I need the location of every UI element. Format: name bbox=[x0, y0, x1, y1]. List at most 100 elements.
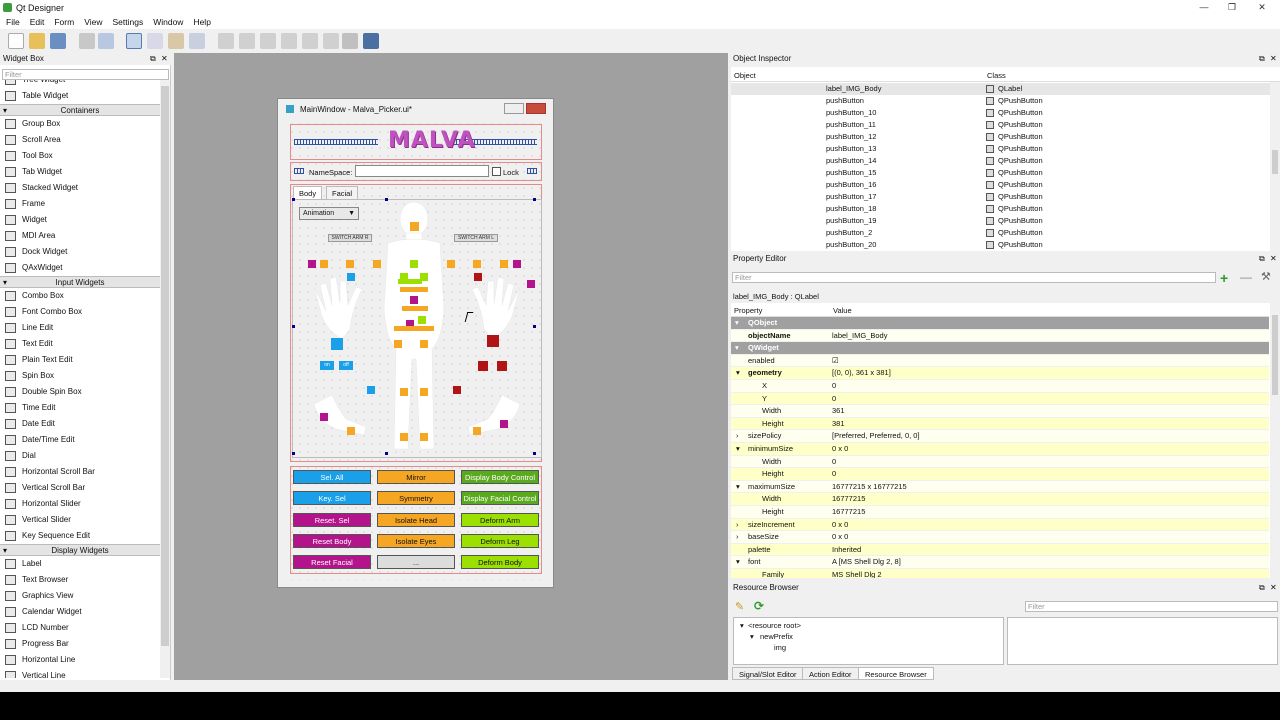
float-icon[interactable]: ⧉ bbox=[1259, 53, 1267, 63]
property-row[interactable]: ▾ geometry [(0, 0), 361 x 381] bbox=[731, 367, 1269, 380]
property-value[interactable]: [Preferred, Preferred, 0, 0] bbox=[832, 430, 920, 443]
body-picker-control[interactable] bbox=[420, 433, 428, 441]
object-row[interactable]: pushButton_13 QPushButton bbox=[731, 143, 1271, 155]
property-value[interactable]: [(0, 0), 361 x 381] bbox=[832, 367, 891, 380]
open-folder-icon[interactable] bbox=[29, 33, 45, 49]
object-row[interactable]: pushButton_18 QPushButton bbox=[731, 203, 1271, 215]
property-value[interactable]: 16777215 x 16777215 bbox=[832, 481, 907, 494]
widget-item[interactable]: Time Edit bbox=[0, 400, 160, 416]
property-value[interactable]: label_IMG_Body bbox=[832, 330, 887, 343]
grid-button[interactable]: Key. Sel bbox=[293, 491, 371, 506]
widget-item[interactable]: Date Edit bbox=[0, 416, 160, 432]
grid-button[interactable]: Reset Facial bbox=[293, 555, 371, 570]
body-picker-control[interactable] bbox=[500, 260, 508, 268]
property-value[interactable]: 0 bbox=[832, 393, 836, 406]
property-row[interactable]: › sizeIncrement 0 x 0 bbox=[731, 518, 1269, 532]
property-value[interactable]: MS Shell Dlg 2 bbox=[832, 569, 882, 578]
body-picker-control[interactable] bbox=[473, 260, 481, 268]
property-row[interactable]: Family MS Shell Dlg 2 bbox=[731, 569, 1269, 578]
menu-item[interactable]: Edit bbox=[24, 15, 49, 27]
object-row[interactable]: pushButton_14 QPushButton bbox=[731, 155, 1271, 167]
grid-button[interactable]: ... bbox=[377, 555, 455, 570]
body-picker-control[interactable] bbox=[420, 340, 428, 348]
tab-signal-slot-editor[interactable]: Signal/Slot Editor bbox=[732, 667, 804, 680]
spine-picker-control[interactable] bbox=[402, 306, 428, 311]
layout-form-icon[interactable] bbox=[323, 33, 339, 49]
edit-signals-icon[interactable] bbox=[147, 33, 163, 49]
menu-item[interactable]: Window bbox=[147, 15, 187, 27]
float-icon[interactable]: ⧉ bbox=[150, 53, 158, 63]
property-row[interactable]: ▾ font A [MS Shell Dlg 2, 8] bbox=[731, 556, 1269, 569]
widget-item[interactable]: Stacked Widget bbox=[0, 180, 160, 196]
layout-horizontal-icon[interactable] bbox=[218, 33, 234, 49]
menu-item[interactable]: Help bbox=[187, 15, 214, 27]
body-picker-control[interactable] bbox=[453, 386, 461, 394]
property-row[interactable]: Height 16777215 bbox=[731, 506, 1269, 519]
widget-item[interactable]: Graphics View bbox=[0, 588, 160, 604]
widget-category[interactable]: ▾ Input Widgets bbox=[0, 276, 160, 288]
property-value[interactable]: Inherited bbox=[832, 544, 861, 557]
resize-handle[interactable] bbox=[385, 452, 388, 455]
body-picker-control[interactable] bbox=[346, 260, 354, 268]
form-close-button[interactable] bbox=[526, 103, 546, 114]
object-row[interactable]: pushButton QPushButton bbox=[731, 95, 1271, 107]
widget-item[interactable]: Horizontal Slider bbox=[0, 496, 160, 512]
grid-button[interactable]: Deform Arm bbox=[461, 512, 539, 527]
property-row[interactable]: X 0 bbox=[731, 380, 1269, 393]
reload-icon[interactable]: ⟳ bbox=[754, 599, 764, 613]
widget-item[interactable]: Tab Widget bbox=[0, 164, 160, 180]
grid-button[interactable]: Deform Leg bbox=[461, 533, 539, 548]
body-picker-control[interactable] bbox=[420, 388, 428, 396]
body-picker-control[interactable] bbox=[367, 386, 375, 394]
spine-picker-control[interactable] bbox=[400, 287, 428, 292]
grid-button[interactable]: Isolate Head bbox=[377, 512, 455, 527]
on-button[interactable]: on bbox=[320, 361, 334, 370]
body-picker-control[interactable] bbox=[308, 260, 316, 268]
widget-item[interactable]: Tree Widget bbox=[0, 80, 160, 88]
widget-item[interactable]: Plain Text Edit bbox=[0, 352, 160, 368]
close-icon[interactable]: ✕ bbox=[1252, 1, 1272, 13]
body-picker-control[interactable] bbox=[473, 427, 481, 435]
resource-folder[interactable]: img bbox=[774, 643, 786, 652]
widget-item[interactable]: Vertical Line bbox=[0, 668, 160, 678]
body-picker-control[interactable] bbox=[500, 420, 508, 428]
object-row[interactable]: pushButton_11 QPushButton bbox=[731, 119, 1271, 131]
resize-handle[interactable] bbox=[292, 198, 295, 201]
menu-item[interactable]: View bbox=[78, 15, 106, 27]
property-row[interactable]: objectName label_IMG_Body bbox=[731, 329, 1269, 343]
tree-expand-icon[interactable]: ▾ bbox=[750, 632, 754, 641]
widget-item[interactable]: Double Spin Box bbox=[0, 384, 160, 400]
widget-category[interactable]: ▾ Display Widgets bbox=[0, 544, 160, 556]
widget-item[interactable]: Combo Box bbox=[0, 288, 160, 304]
object-row[interactable]: pushButton_20 QPushButton bbox=[731, 239, 1271, 251]
form-minimize-button[interactable] bbox=[504, 103, 524, 114]
grid-button[interactable]: Symmetry bbox=[377, 491, 455, 506]
property-value[interactable]: 0 bbox=[832, 456, 836, 469]
grid-button[interactable]: Display Facial Control bbox=[461, 491, 539, 506]
mode-combobox[interactable]: Animation ▼ bbox=[299, 207, 359, 220]
widget-item[interactable]: Text Browser bbox=[0, 572, 160, 588]
object-row[interactable]: pushButton_12 QPushButton bbox=[731, 131, 1271, 143]
body-picker-control[interactable] bbox=[447, 260, 455, 268]
property-filter-input[interactable]: Filter bbox=[732, 272, 1216, 283]
object-inspector-scrollbar[interactable] bbox=[1270, 82, 1280, 251]
property-editor-scrollbar[interactable] bbox=[1270, 303, 1280, 578]
property-value[interactable]: 16777215 bbox=[832, 493, 865, 506]
widget-item[interactable]: MDI Area bbox=[0, 228, 160, 244]
off-button[interactable]: off bbox=[339, 361, 353, 370]
object-row[interactable]: pushButton_19 QPushButton bbox=[731, 215, 1271, 227]
body-picker-control[interactable] bbox=[478, 361, 488, 371]
property-value[interactable]: 0 bbox=[832, 468, 836, 481]
switch-arm-r-button[interactable]: SWITCH ARM R bbox=[328, 234, 372, 242]
layout-splitter-h-icon[interactable] bbox=[260, 33, 276, 49]
edit-buddies-icon[interactable] bbox=[168, 33, 184, 49]
widget-item[interactable]: Widget bbox=[0, 212, 160, 228]
property-row[interactable]: ▾ QObject bbox=[731, 317, 1269, 330]
grid-button[interactable]: Reset. Sel bbox=[293, 512, 371, 527]
remove-property-icon[interactable]: — bbox=[1240, 270, 1252, 284]
widget-item[interactable]: Label bbox=[0, 556, 160, 572]
widget-box-filter-input[interactable]: Filter bbox=[2, 69, 169, 80]
body-picker-control[interactable] bbox=[373, 260, 381, 268]
property-row[interactable]: Width 0 bbox=[731, 455, 1269, 469]
widget-item[interactable]: Frame bbox=[0, 196, 160, 212]
